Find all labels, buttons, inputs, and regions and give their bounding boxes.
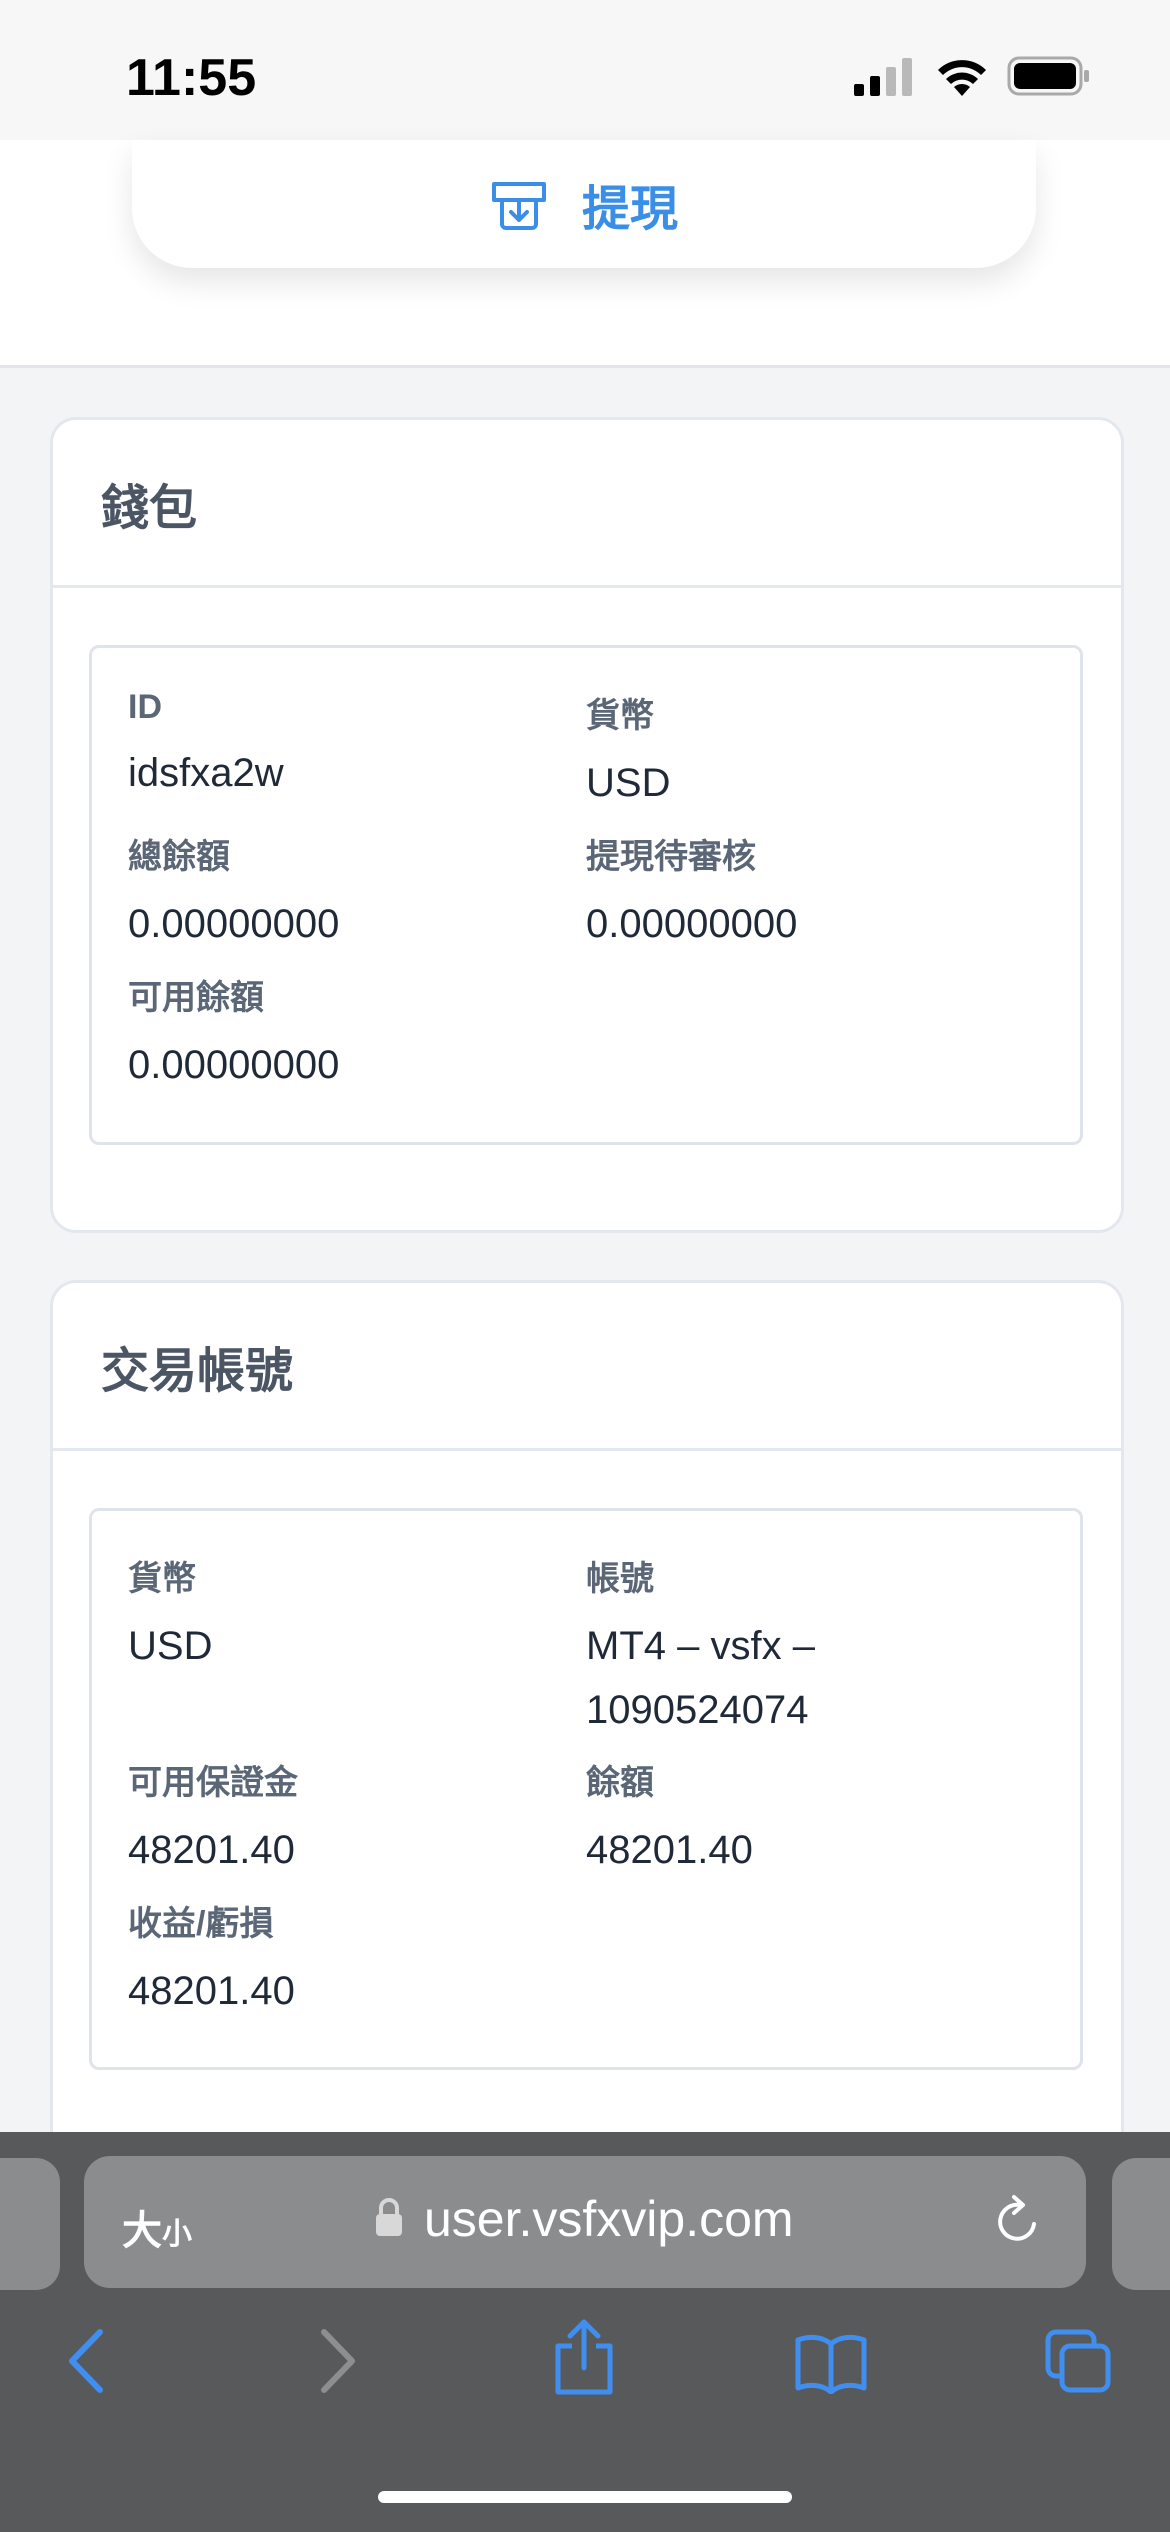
wallet-card-header: 錢包 <box>53 420 1121 588</box>
field-value: 48201.40 <box>128 1828 295 1872</box>
home-indicator[interactable] <box>378 2491 792 2503</box>
withdraw-tray-icon <box>491 182 546 230</box>
trading-title: 交易帳號 <box>101 1344 294 1398</box>
wallet-available-balance-field: 可用餘額 0.00000000 <box>128 970 339 1097</box>
field-label: 可用保證金 <box>128 1764 298 1802</box>
withdraw-label: 提現 <box>581 183 678 236</box>
next-tab-preview[interactable] <box>1112 2158 1170 2290</box>
field-label: 貨幣 <box>128 1560 196 1598</box>
field-value: USD <box>586 761 671 805</box>
wifi-icon <box>938 60 986 96</box>
tabs-icon[interactable] <box>1044 2328 1114 2394</box>
wallet-id-field: ID idsfxa2w <box>128 688 284 805</box>
forward-icon[interactable] <box>318 2326 358 2396</box>
status-time: 11:55 <box>126 49 257 107</box>
wallet-details: ID idsfxa2w 貨幣 USD 總餘額 0.00000000 提現待審核 … <box>89 645 1083 1145</box>
field-label: 提現待審核 <box>586 838 756 876</box>
wallet-total-balance-field: 總餘額 0.00000000 <box>128 829 339 956</box>
field-value: 0.00000000 <box>128 902 340 946</box>
previous-tab-preview[interactable] <box>0 2158 60 2290</box>
share-icon[interactable] <box>552 2318 616 2398</box>
back-icon[interactable] <box>66 2326 106 2396</box>
trading-free-margin-field: 可用保證金 48201.40 <box>128 1755 298 1882</box>
browser-toolbar: 大小 user.vsfxvip.com <box>0 2132 1170 2532</box>
wallet-card: 錢包 ID idsfxa2w 貨幣 USD 總餘額 0.00000000 提現待… <box>50 417 1124 1233</box>
address-bar[interactable]: 大小 user.vsfxvip.com <box>84 2156 1086 2288</box>
field-value: 48201.40 <box>586 1828 753 1872</box>
wallet-currency-field: 貨幣 USD <box>586 688 670 815</box>
cellular-signal-icon <box>854 58 912 96</box>
field-label: 總餘額 <box>128 838 230 876</box>
field-value: 0.00000000 <box>128 1043 340 1087</box>
field-value: MT4 – vsfx – <box>586 1624 815 1668</box>
text-size-label: 大 <box>122 2209 162 2253</box>
field-value: 48201.40 <box>128 1969 295 2013</box>
status-bar: 11:55 <box>0 0 1170 140</box>
top-section: 提現 <box>0 140 1170 368</box>
lock-icon <box>376 2198 402 2236</box>
trading-profit-loss-field: 收益/虧損 48201.40 <box>128 1896 295 2023</box>
field-value: idsfxa2w <box>128 751 284 795</box>
wallet-title: 錢包 <box>101 481 198 535</box>
field-label: ID <box>128 688 162 726</box>
trading-account-card: 交易帳號 貨幣 USD 帳號 MT4 – vsfx – 1090524074 可… <box>50 1280 1124 2183</box>
field-label: 貨幣 <box>586 697 654 735</box>
reload-icon[interactable] <box>990 2194 1046 2250</box>
field-label: 餘額 <box>586 1764 654 1802</box>
battery-icon <box>1007 56 1089 96</box>
field-value: 0.00000000 <box>586 902 798 946</box>
field-value-line2: 1090524074 <box>586 1688 809 1732</box>
trading-currency-field: 貨幣 USD <box>128 1551 212 1678</box>
field-label: 收益/虧損 <box>128 1905 274 1943</box>
trading-details: 貨幣 USD 帳號 MT4 – vsfx – 1090524074 可用保證金 … <box>89 1508 1083 2070</box>
field-value: USD <box>128 1624 213 1668</box>
field-label: 可用餘額 <box>128 979 264 1017</box>
withdraw-button[interactable]: 提現 <box>132 140 1036 268</box>
trading-card-header: 交易帳號 <box>53 1283 1121 1451</box>
url-text: user.vsfxvip.com <box>424 2191 794 2247</box>
field-label: 帳號 <box>586 1560 654 1598</box>
wallet-pending-withdraw-field: 提現待審核 0.00000000 <box>586 829 797 956</box>
trading-balance-field: 餘額 48201.40 <box>586 1755 753 1882</box>
trading-account-number-field: 帳號 MT4 – vsfx – 1090524074 <box>586 1551 815 1742</box>
bookmarks-icon[interactable] <box>794 2332 868 2394</box>
text-size-small: 小 <box>162 2218 192 2251</box>
text-size-button[interactable]: 大小 <box>122 2198 192 2256</box>
